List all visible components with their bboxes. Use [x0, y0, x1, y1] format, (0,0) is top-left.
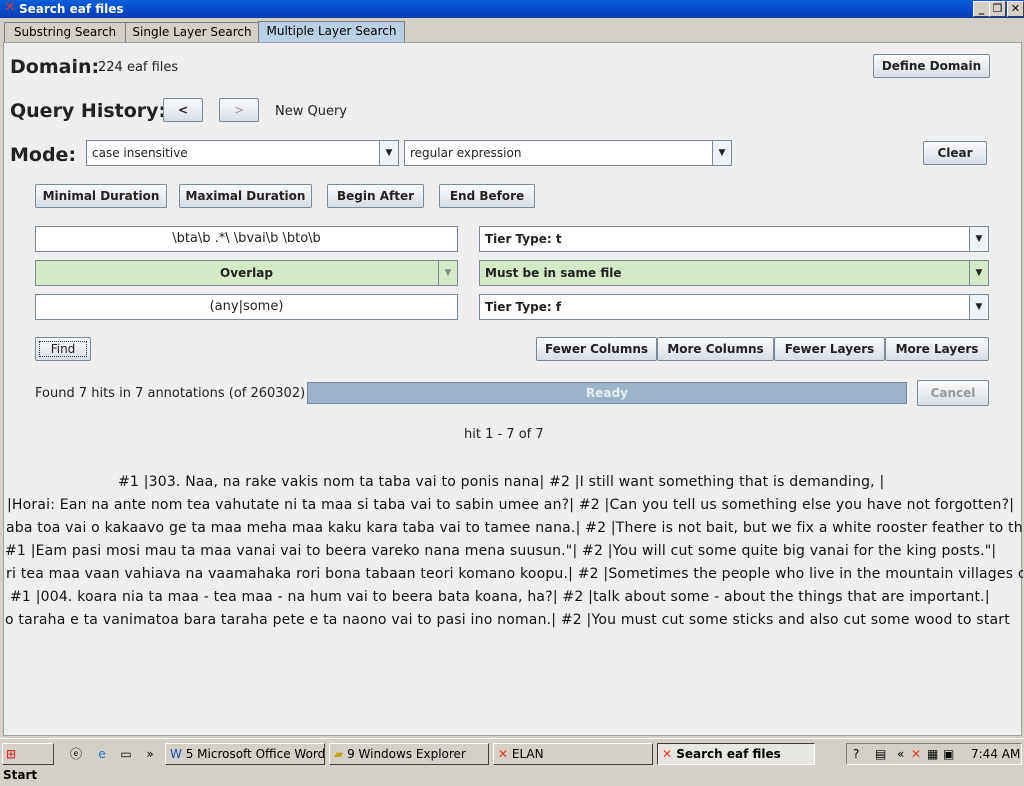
clock[interactable]: 7:44 AM [971, 744, 1020, 764]
result-row[interactable]: #1 |Eam pasi mosi mau ta maa vanai vai t… [5, 543, 1022, 563]
tray-tools-icon[interactable]: ▤ [875, 744, 886, 764]
relation-select[interactable]: Overlap ▼ [35, 260, 458, 286]
tray-app-icon[interactable]: ✕ [911, 744, 921, 764]
domain-label: Domain: [10, 56, 100, 78]
tab-single-layer-search[interactable]: Single Layer Search [125, 22, 259, 43]
more-columns-button[interactable]: More Columns [657, 337, 774, 361]
cancel-button[interactable]: Cancel [917, 380, 989, 406]
elan-app-icon: ✕ [4, 0, 16, 15]
network-icon[interactable]: ▦ [927, 744, 938, 764]
search-type-value: regular expression [410, 146, 522, 160]
browser-icon[interactable]: e [94, 746, 110, 762]
task-windows-explorer[interactable]: ▰ 9 Windows Explorer [329, 743, 489, 765]
task-microsoft-word[interactable]: W 5 Microsoft Office Word [165, 743, 325, 765]
fewer-columns-button[interactable]: Fewer Columns [536, 337, 657, 361]
ie-icon[interactable]: ⓔ [68, 746, 84, 762]
tier-type-value-2: Tier Type: f [485, 300, 562, 314]
maximal-duration-button[interactable]: Maximal Duration [179, 184, 312, 208]
result-row[interactable]: aba toa vai o kakaavo ge ta maa meha maa… [6, 520, 1023, 540]
display-icon[interactable]: ▣ [943, 744, 954, 764]
pattern-input-1[interactable]: \bta\b .*\ \bvai\b \bto\b [35, 226, 458, 252]
elan-icon: ✕ [498, 747, 509, 761]
mode-label: Mode: [10, 144, 77, 166]
window-title: Search eaf files [19, 2, 124, 16]
elan-icon: ✕ [662, 747, 673, 761]
history-next-button[interactable]: > [219, 98, 259, 122]
begin-after-button[interactable]: Begin After [327, 184, 424, 208]
file-constraint-value: Must be in same file [485, 266, 622, 280]
clear-button[interactable]: Clear [923, 141, 987, 165]
case-mode-value: case insensitive [92, 146, 188, 160]
chevron-down-icon: ▼ [712, 141, 731, 165]
more-layers-button[interactable]: More Layers [885, 337, 989, 361]
case-mode-select[interactable]: case insensitive ▼ [86, 140, 399, 166]
task-search-eaf-files[interactable]: ✕ Search eaf files [657, 743, 815, 765]
task-label: ELAN [511, 747, 544, 761]
history-status: New Query [275, 104, 347, 119]
chevron-right-icon[interactable]: » [142, 746, 158, 762]
word-icon: W [170, 747, 182, 761]
end-before-button[interactable]: End Before [439, 184, 535, 208]
task-label: Search eaf files [676, 747, 781, 761]
tab-substring-search[interactable]: Substring Search [4, 22, 126, 43]
close-button[interactable]: ✕ [1007, 1, 1024, 17]
title-bar: ✕ Search eaf files _ ❐ ✕ [0, 0, 1024, 18]
pattern-input-2[interactable]: (any|some) [35, 294, 458, 320]
search-progress-bar: Ready [307, 382, 907, 404]
chevron-left-icon[interactable]: « [897, 744, 904, 764]
chevron-down-icon: ▼ [969, 295, 988, 319]
result-row[interactable]: |Horai: Ean na ante nom tea vahutate ni … [7, 497, 1024, 517]
found-status: Found 7 hits in 7 annotations (of 260302… [35, 386, 306, 401]
task-label: 5 Microsoft Office Word [185, 747, 325, 761]
result-row[interactable]: ri tea maa vaan vahiava na vaamahaka ror… [6, 566, 1023, 586]
fewer-layers-button[interactable]: Fewer Layers [774, 337, 885, 361]
relation-value: Overlap [220, 266, 273, 280]
result-row[interactable]: o taraha e ta vanimatoa bara taraha pete… [5, 612, 1022, 632]
maximize-button[interactable]: ❐ [989, 1, 1006, 17]
minimize-button[interactable]: _ [973, 1, 990, 17]
tier-type-value-1: Tier Type: t [485, 232, 562, 246]
chevron-down-icon: ▼ [969, 261, 988, 285]
file-constraint-select[interactable]: Must be in same file ▼ [479, 260, 989, 286]
chevron-down-icon: ▼ [969, 227, 988, 251]
search-type-select[interactable]: regular expression ▼ [404, 140, 732, 166]
task-elan[interactable]: ✕ ELAN [493, 743, 653, 765]
taskbar: ⊞ Start ⓔ e ▭ » W 5 Microsoft Office Wor… [0, 738, 1024, 782]
start-button[interactable]: ⊞ Start [2, 743, 54, 782]
domain-value: 224 eaf files [98, 60, 179, 75]
start-label: Start [3, 768, 38, 782]
help-icon[interactable]: ? [853, 744, 859, 764]
windows-logo-icon: ⊞ [6, 747, 17, 761]
search-window: Substring Search Single Layer Search Mul… [0, 18, 1024, 738]
tab-multiple-layer-search[interactable]: Multiple Layer Search [258, 21, 405, 44]
chevron-down-icon: ▼ [379, 141, 398, 165]
find-button[interactable]: Find [35, 337, 91, 361]
minimal-duration-button[interactable]: Minimal Duration [35, 184, 167, 208]
define-domain-button[interactable]: Define Domain [873, 54, 990, 78]
tier-type-select-1[interactable]: Tier Type: t ▼ [479, 226, 989, 252]
task-label: 9 Windows Explorer [347, 747, 466, 761]
hit-range: hit 1 - 7 of 7 [464, 427, 544, 442]
show-desktop-icon[interactable]: ▭ [118, 746, 134, 762]
result-row[interactable]: #1 |303. Naa, na rake vakis nom ta taba … [118, 474, 1018, 494]
system-tray: ? ▤ « ✕ ▦ ▣ 7:44 AM [846, 743, 1022, 765]
multiple-layer-search-panel: Domain: 224 eaf files Define Domain Quer… [3, 42, 1024, 736]
chevron-down-icon: ▼ [438, 261, 457, 285]
history-prev-button[interactable]: < [163, 98, 203, 122]
query-history-label: Query History: [10, 100, 167, 122]
tier-type-select-2[interactable]: Tier Type: f ▼ [479, 294, 989, 320]
folder-icon: ▰ [334, 747, 344, 761]
result-row[interactable]: #1 |004. koara nia ta maa - tea maa - na… [10, 589, 1024, 609]
